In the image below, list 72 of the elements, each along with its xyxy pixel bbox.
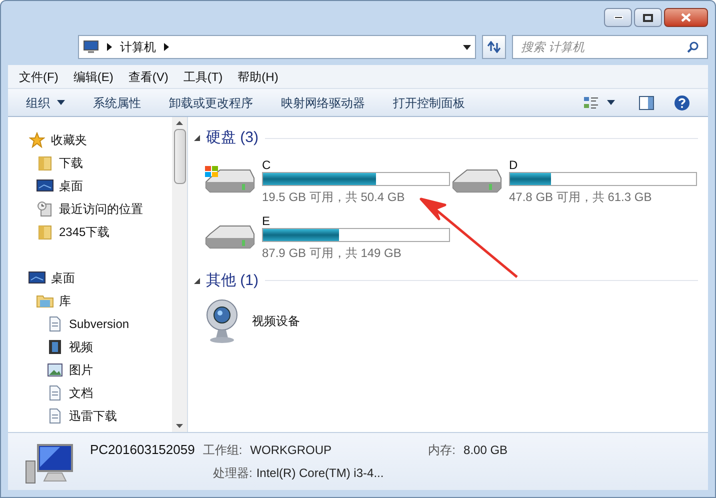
refresh-icon [487,41,501,53]
monitor-icon [28,270,46,284]
breadcrumb-arrow-icon [164,43,169,51]
field-value: 8.00 GB [464,442,508,459]
field-value: Intel(R) Core(TM) i3-4... [256,464,384,482]
nav-item[interactable]: 视频 [28,335,172,358]
drive-name[interactable]: C [262,156,450,172]
menu-item[interactable]: 工具(T) [183,68,223,86]
folder-icon [36,224,54,240]
nav-item[interactable]: 2345下载 [28,220,172,243]
field-label: 内存: [428,442,456,459]
folder-icon [36,154,54,170]
dropdown-icon[interactable] [463,44,471,50]
field-label: 处理器: [213,464,252,482]
computer-icon [83,40,99,54]
clock-document-icon [36,200,54,216]
dropdown-icon[interactable] [607,100,615,105]
nav-item[interactable]: 桌面 [28,266,172,289]
nav-item[interactable]: 库 [28,289,172,312]
refresh-button[interactable] [482,35,506,59]
drive-space-text: 87.9 GB 可用，共 149 GB [262,244,402,262]
breadcrumb-item[interactable]: 计算机 [120,38,156,56]
collapse-arrow-icon[interactable] [194,135,200,142]
nav-item[interactable]: 收藏夹 [28,128,172,151]
nav-item[interactable]: 图片 [28,358,172,381]
nav-item[interactable]: 下载 [28,151,172,174]
dropdown-icon [57,100,65,105]
nav-item[interactable]: Subversion [28,312,172,335]
search-icon [687,41,699,53]
menu-item[interactable]: 编辑(E) [73,68,114,86]
toolbar-button[interactable]: 系统属性 [93,94,141,112]
help-icon[interactable] [674,94,690,110]
nav-item[interactable]: 文档 [28,381,172,404]
toolbar-button[interactable]: 映射网络驱动器 [281,94,365,112]
field-label: 工作组: [202,442,242,459]
field-value: WORKGROUP [250,442,333,459]
nav-item[interactable]: 桌面 [28,174,172,197]
drive-space-text: 47.8 GB 可用，共 61.3 GB [509,188,653,206]
scrollbar-thumb[interactable] [174,129,186,184]
group-header[interactable]: 其他 (1) [206,270,258,292]
drive-name[interactable]: E [262,212,450,228]
monitor-icon [36,178,54,192]
menu-item[interactable]: 查看(V) [128,68,168,86]
drive-space-text: 19.5 GB 可用，共 50.4 GB [262,188,406,206]
picture-icon [46,362,64,376]
webcam-icon [204,298,240,344]
collapse-arrow-icon[interactable] [194,278,200,284]
menu-item[interactable]: 帮助(H) [238,68,278,86]
maximize-button[interactable] [634,8,662,27]
breadcrumb-arrow-icon [107,43,112,51]
nav-item[interactable]: 最近访问的位置 [28,197,172,220]
scroll-down-icon[interactable] [176,424,183,428]
device-name[interactable]: 视频设备 [252,312,300,330]
toolbar-button[interactable]: 组织 [26,94,65,112]
film-icon [46,338,64,354]
toolbar-button[interactable]: 打开控制面板 [393,94,465,112]
drive-name[interactable]: D [509,156,697,172]
address-bar[interactable]: 计算机 [78,35,476,59]
scroll-up-icon[interactable] [176,121,183,125]
toolbar-button[interactable]: 卸载或更改程序 [169,94,253,112]
search-placeholder: 搜索 计算机 [521,39,586,56]
group-header[interactable]: 硬盘 (3) [206,127,258,150]
preview-pane-icon[interactable] [639,96,654,110]
close-button[interactable] [664,8,708,27]
library-folder-icon [36,293,54,308]
close-icon [681,13,691,22]
nav-item[interactable]: 迅雷下载 [28,404,172,427]
computer-name: PC201603152059 [90,441,195,459]
menu-item[interactable]: 文件(F) [19,68,58,86]
scrollbar[interactable] [172,117,187,432]
star-icon [28,132,46,148]
view-options-icon[interactable] [583,96,599,110]
